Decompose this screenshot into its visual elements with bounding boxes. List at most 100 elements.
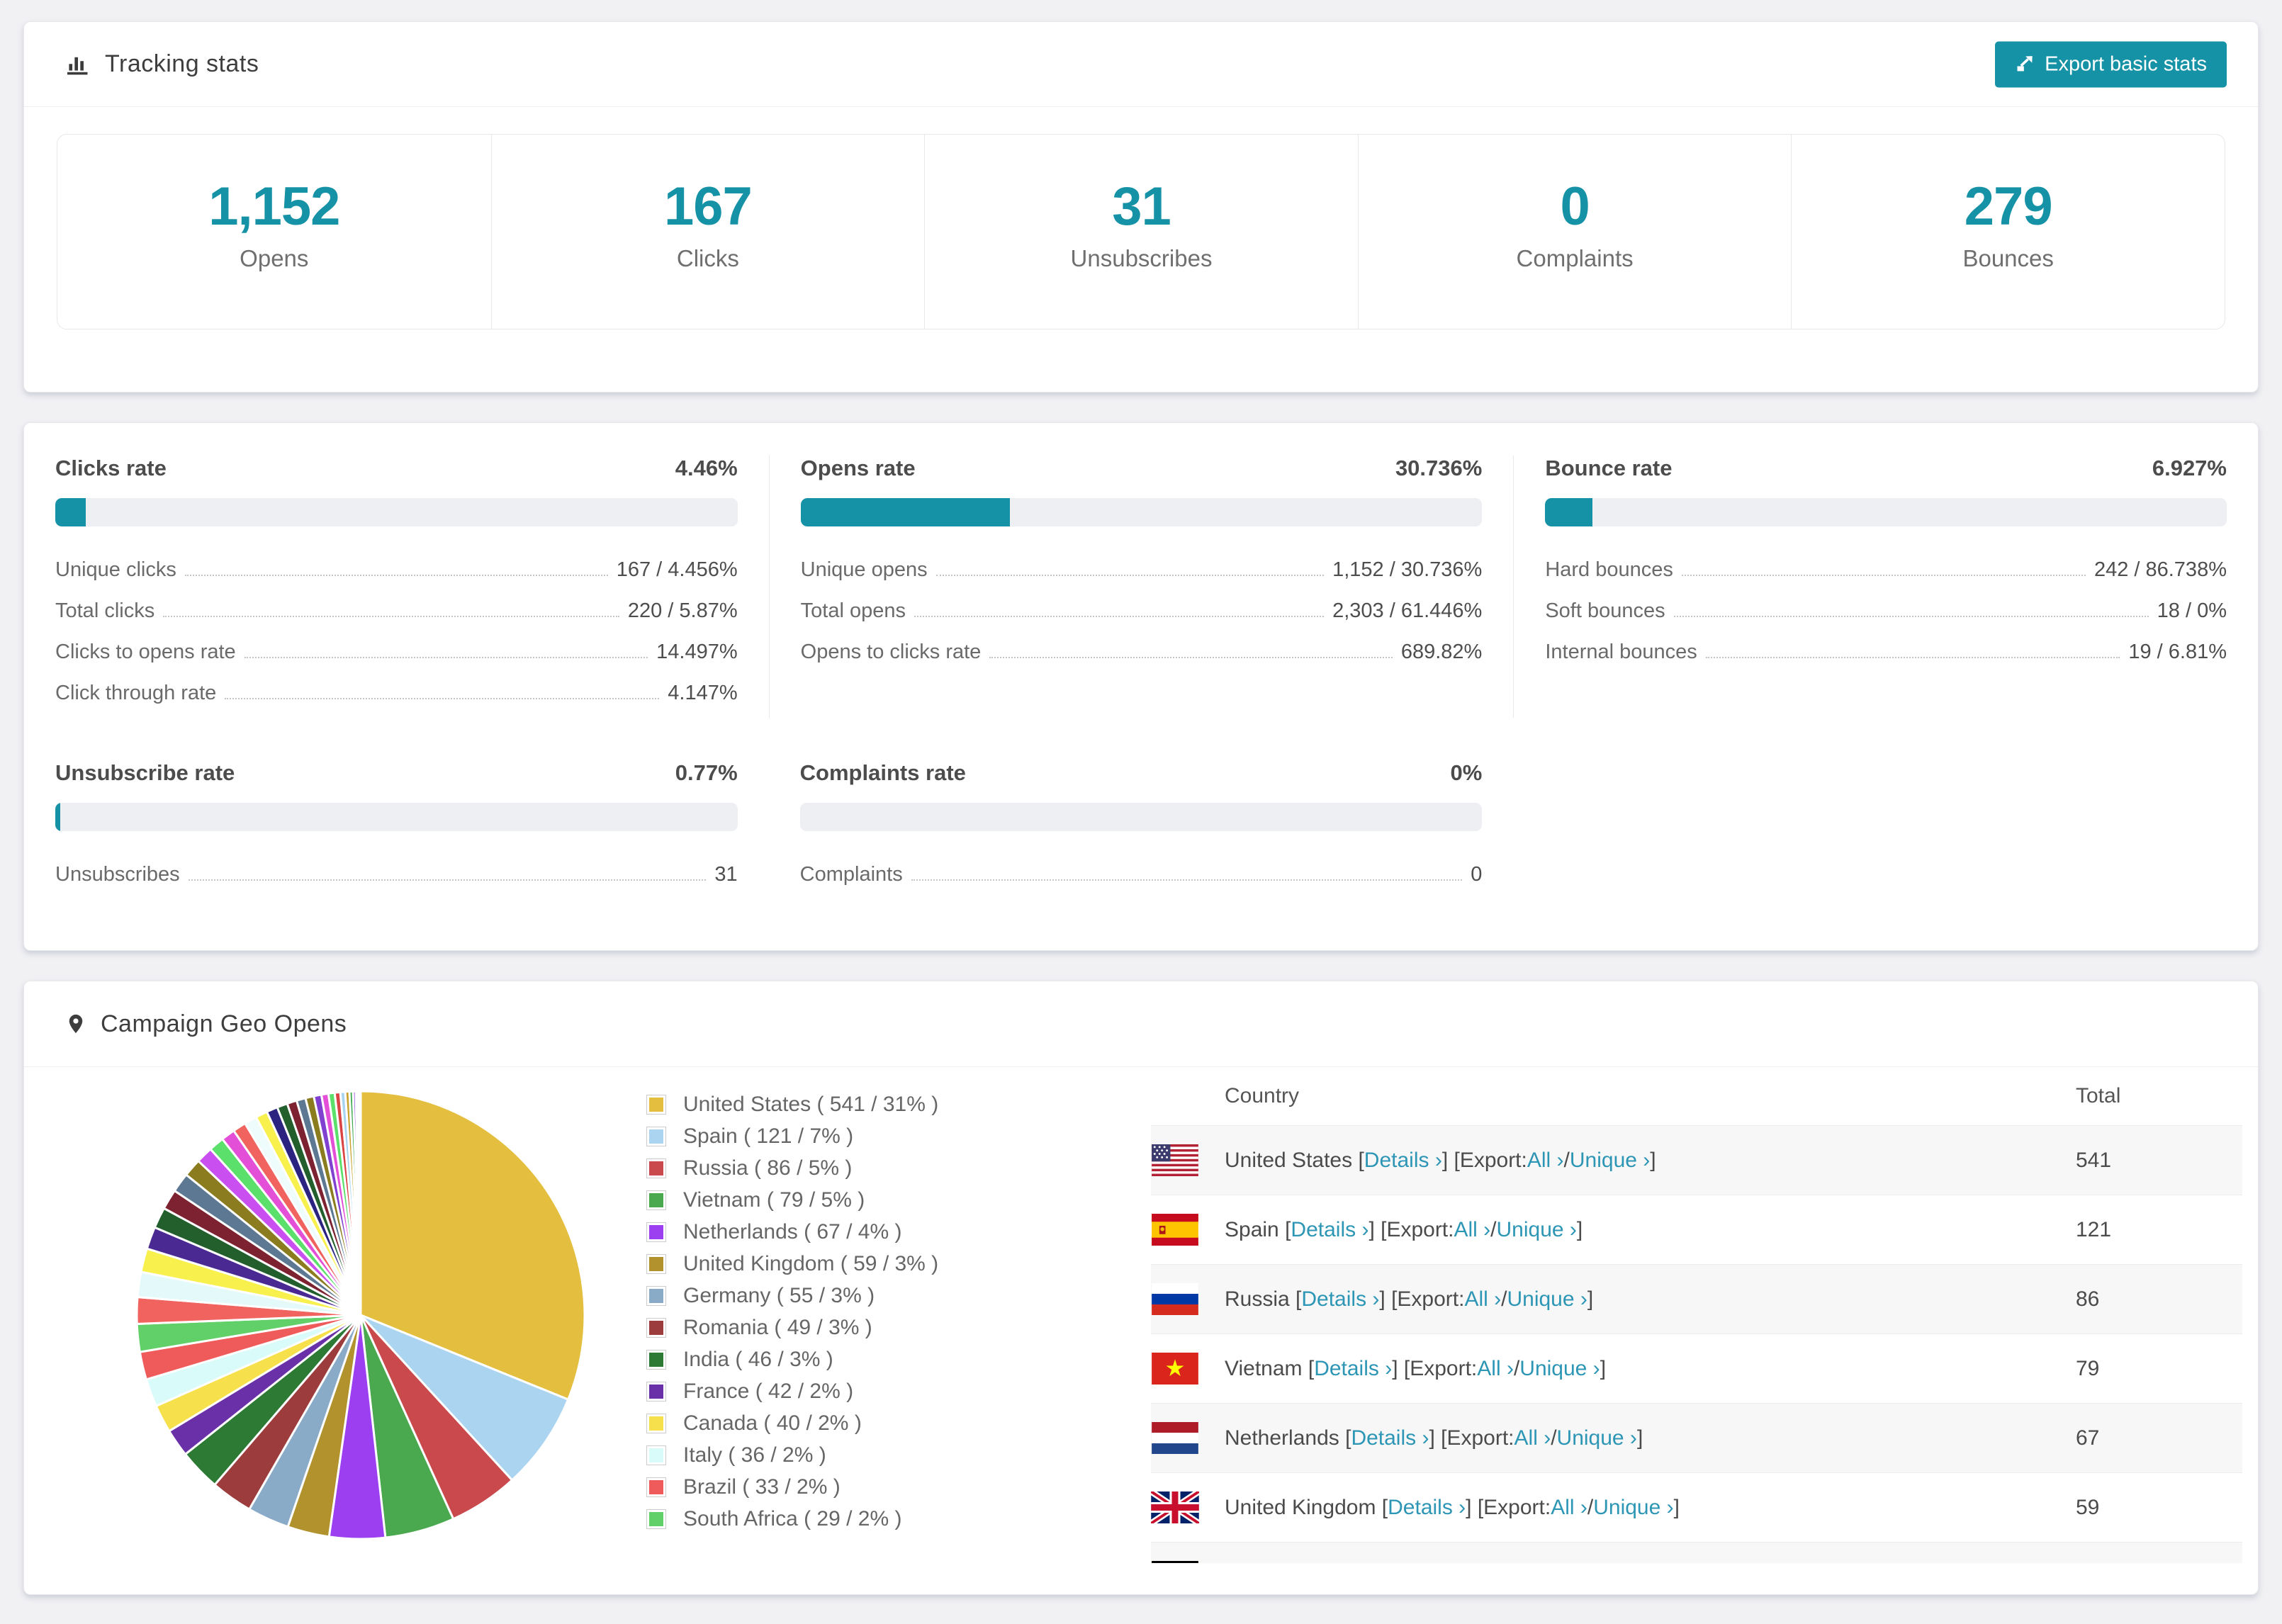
legend-label: Germany ( 55 / 3% ) [683,1284,875,1307]
legend-swatch [646,1222,666,1242]
country-name: Netherlands [ [1225,1426,1351,1450]
legend-label: Romania ( 49 / 3% ) [683,1316,872,1339]
total-value: 59 [2076,1495,2100,1519]
rate-progress-bar [800,498,1483,526]
export-label: ] [Export: [1392,1356,1478,1380]
rate-detail-row: Soft bounces 18 / 0% [1545,594,2227,623]
dotted-leader [1681,575,2086,576]
export-all-link[interactable]: All › [1464,1287,1501,1312]
rate-detail-label: Unsubscribes [55,863,180,886]
details-link[interactable]: Details › [1388,1496,1466,1520]
legend-item: Russia ( 86 / 5% ) [646,1156,1151,1180]
legend-label: Netherlands ( 67 / 4% ) [683,1220,902,1244]
country-column-header: Country [1225,1084,1300,1107]
export-label: ] [Export: [1441,1148,1527,1172]
dotted-leader [1673,616,2149,617]
rate-detail-value: 0 [1471,863,1483,886]
legend-label: Vietnam ( 79 / 5% ) [683,1188,865,1212]
total-value: 67 [2076,1426,2100,1450]
country-name: Vietnam [ [1225,1356,1315,1380]
details-link[interactable]: Details › [1314,1357,1392,1381]
rate-detail-row: Hard bounces 242 / 86.738% [1545,553,2227,582]
bracket: ] [1600,1356,1607,1380]
bracket: ] [1650,1148,1656,1172]
ru-flag-icon [1151,1283,1199,1315]
rate-detail-value: 689.82% [1400,641,1483,663]
stat-label: Unsubscribes [1070,245,1213,271]
rate-progress-bar [799,803,1483,831]
rate-value: 0.77% [675,760,738,785]
rate-detail-label: Opens to clicks rate [800,641,982,663]
export-all-link[interactable]: All › [1551,1496,1587,1520]
rate-detail-value: 2,303 / 61.446% [1332,599,1483,622]
rate-block-unsubscribe-rate: Unsubscribe rate 0.77% Unsubscribes 31 [24,760,769,899]
details-link[interactable]: Details › [1301,1287,1379,1312]
dotted-leader [935,575,1325,576]
export-unique-link[interactable]: Unique › [1557,1426,1637,1450]
stat-label: Bounces [1962,245,2054,271]
export-basic-stats-button[interactable]: Export basic stats [1995,41,2227,87]
rate-detail-value: 220 / 5.87% [627,599,738,622]
bracket: ] [1636,1426,1643,1450]
export-unique-link[interactable]: Unique › [1593,1496,1673,1520]
rate-detail-value: 1,152 / 30.736% [1332,558,1483,581]
legend-label: India ( 46 / 3% ) [683,1348,833,1371]
stat-value: 279 [1964,176,2053,237]
legend-item: Vietnam ( 79 / 5% ) [646,1188,1151,1212]
separator: / [1490,1217,1497,1241]
dotted-leader [244,657,648,658]
legend-label: Brazil ( 33 / 2% ) [683,1475,841,1499]
legend-swatch [646,1509,666,1529]
rate-title: Complaints rate [799,760,966,785]
rate-value: 0% [1450,760,1483,785]
bar-chart-icon [65,52,91,77]
rate-detail-row: Click through rate 4.147% [55,677,738,705]
export-label: ] [Export: [1429,1426,1514,1450]
rate-detail-row: Internal bounces 19 / 6.81% [1545,636,2227,664]
separator: / [1587,1495,1594,1519]
rate-title: Clicks rate [55,456,167,480]
details-link[interactable]: Details › [1351,1426,1429,1450]
rate-detail-row: Opens to clicks rate 689.82% [801,636,1483,664]
geo-table: Country Total United States [Details ›] … [1151,1067,2242,1563]
dotted-leader [188,879,707,881]
export-all-link[interactable]: All › [1454,1218,1490,1242]
table-row: Vietnam [Details ›] [Export: All › / Uni… [1151,1333,2242,1403]
rate-title: Unsubscribe rate [55,760,235,785]
rate-progress-fill [1545,498,1592,526]
country-name: United States [ [1225,1148,1364,1172]
details-link[interactable]: Details › [1291,1218,1368,1242]
stat-value: 0 [1560,176,1590,237]
legend-item: India ( 46 / 3% ) [646,1348,1151,1372]
pie-slice [358,1090,362,1316]
stat-cell-clicks: 167 Clicks [490,135,925,329]
export-unique-link[interactable]: Unique › [1497,1218,1577,1242]
export-all-link[interactable]: All › [1527,1149,1564,1173]
table-row: United Kingdom [Details ›] [Export: All … [1151,1472,2242,1542]
export-unique-link[interactable]: Unique › [1507,1287,1587,1312]
table-row: Netherlands [Details ›] [Export: All › /… [1151,1403,2242,1472]
details-link[interactable]: Details › [1364,1149,1442,1173]
rate-detail-value: 242 / 86.738% [2093,558,2227,581]
legend-label: United States ( 541 / 31% ) [683,1093,939,1116]
rate-progress-fill [55,498,86,526]
export-all-link[interactable]: All › [1477,1357,1514,1381]
rate-detail-row: Total opens 2,303 / 61.446% [801,594,1483,623]
rate-detail-label: Soft bounces [1545,599,1665,622]
export-all-link[interactable]: All › [1514,1426,1551,1450]
rate-value: 6.927% [2152,456,2227,480]
legend-label: France ( 42 / 2% ) [683,1380,854,1403]
geo-legend: United States ( 541 / 31% ) Spain ( 121 /… [646,1067,1151,1563]
export-unique-link[interactable]: Unique › [1519,1357,1600,1381]
legend-item: Romania ( 49 / 3% ) [646,1316,1151,1340]
export-label: ] [Export: [1368,1217,1454,1241]
export-label: ] [Export: [1379,1287,1465,1311]
rate-detail-label: Total opens [800,599,906,622]
legend-swatch [646,1477,666,1497]
rate-progress-bar [1545,498,2227,526]
bracket: ] [1673,1495,1680,1519]
stat-cell-complaints: 0 Complaints [1357,135,1792,329]
legend-label: South Africa ( 29 / 2% ) [683,1507,902,1530]
export-unique-link[interactable]: Unique › [1570,1149,1650,1173]
tracking-stats-header: Tracking stats Export basic stats [24,22,2258,107]
